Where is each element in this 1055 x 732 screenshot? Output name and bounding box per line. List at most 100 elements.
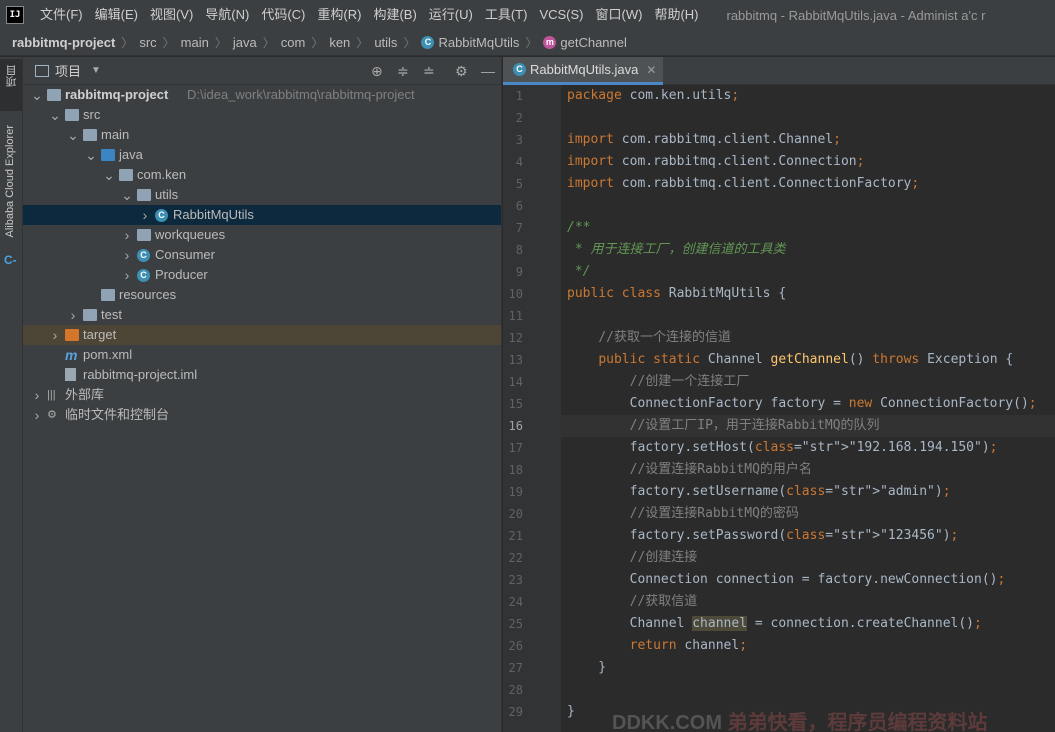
code-line[interactable]: //创建连接 [561, 547, 1055, 569]
code-line[interactable] [561, 195, 1055, 217]
breadcrumb-src[interactable]: src [139, 35, 156, 50]
code-line[interactable] [561, 107, 1055, 129]
breadcrumb-class[interactable]: C RabbitMqUtils [421, 35, 519, 50]
code-line[interactable]: ConnectionFactory factory = new Connecti… [561, 393, 1055, 415]
breadcrumb-ken[interactable]: ken [329, 35, 350, 50]
menu-help[interactable]: 帮助(H) [648, 0, 704, 30]
menu-navigate[interactable]: 导航(N) [199, 0, 255, 30]
chevron-right-icon: 〉 [525, 36, 538, 50]
menu-file[interactable]: 文件(F) [34, 0, 89, 30]
chevron-down-icon[interactable]: ⌄ [85, 145, 97, 165]
code-line[interactable]: //设置连接RabbitMQ的用户名 [561, 459, 1055, 481]
code-line[interactable]: Channel channel = connection.createChann… [561, 613, 1055, 635]
gear-icon[interactable]: ⚙ [455, 63, 468, 79]
tree-item[interactable]: › C Producer [23, 265, 501, 285]
code-line[interactable]: //创建一个连接工厂 [561, 371, 1055, 393]
code-area[interactable]: package com.ken.utils; import com.rabbitm… [561, 85, 1055, 732]
code-line[interactable]: factory.setUsername(class="str">"admin")… [561, 481, 1055, 503]
tree-item[interactable]: › ⚙ 临时文件和控制台 [23, 405, 501, 425]
intellij-logo-icon[interactable]: IJ [6, 6, 24, 24]
line-number: 19 [508, 485, 523, 499]
tree-item[interactable]: › test [23, 305, 501, 325]
alibaba-cloud-explorer-button[interactable]: Alibaba Cloud Explorer [4, 125, 16, 238]
code-line[interactable]: } [561, 657, 1055, 679]
breadcrumb-java[interactable]: java [233, 35, 257, 50]
chevron-right-icon[interactable]: › [31, 385, 43, 405]
tree-item[interactable]: ⌄ utils [23, 185, 501, 205]
breadcrumb-method[interactable]: m getChannel [543, 35, 627, 50]
close-icon[interactable]: ✕ [646, 63, 656, 77]
chevron-down-icon[interactable]: ⌄ [49, 105, 61, 125]
code-line[interactable]: //获取一个连接的信道 [561, 327, 1055, 349]
locate-icon[interactable]: ⊕ [371, 63, 383, 79]
code-line[interactable]: factory.setPassword(class="str">"123456"… [561, 525, 1055, 547]
tree-item[interactable]: ⌄ com.ken [23, 165, 501, 185]
menu-vcs[interactable]: VCS(S) [533, 0, 589, 30]
code-line[interactable]: //设置连接RabbitMQ的密码 [561, 503, 1055, 525]
menu-run[interactable]: 运行(U) [423, 0, 479, 30]
code-line[interactable]: public class RabbitMqUtils { [561, 283, 1055, 305]
tree-item[interactable]: ⌄ rabbitmq-project D:\idea_work\rabbitmq\r… [23, 85, 501, 105]
tree-item[interactable]: rabbitmq-project.iml [23, 365, 501, 385]
tree-item[interactable]: m pom.xml [23, 345, 501, 365]
tree-item[interactable]: › ||| 外部库 [23, 385, 501, 405]
project-panel-title[interactable]: 项目 [55, 61, 81, 80]
chevron-right-icon[interactable]: › [121, 245, 133, 265]
code-line[interactable]: * 用于连接工厂，创建信道的工具类 [561, 239, 1055, 261]
tree-item[interactable]: › C Consumer [23, 245, 501, 265]
code-line[interactable]: //设置工厂IP，用于连接RabbitMQ的队列 [561, 415, 1055, 437]
code-line[interactable]: import com.rabbitmq.client.Connection; [561, 151, 1055, 173]
minimize-icon[interactable]: — [481, 63, 495, 79]
menu-window[interactable]: 窗口(W) [590, 0, 649, 30]
chevron-right-icon[interactable]: › [121, 225, 133, 245]
code-line[interactable]: Connection connection = factory.newConne… [561, 569, 1055, 591]
chevron-down-icon[interactable]: ⌄ [31, 85, 43, 105]
line-number: 3 [515, 133, 523, 147]
code-line[interactable]: package com.ken.utils; [561, 85, 1055, 107]
breadcrumb-utils[interactable]: utils [374, 35, 397, 50]
menu-code[interactable]: 代码(C) [255, 0, 311, 30]
chevron-down-icon[interactable]: ⌄ [121, 185, 133, 205]
tree-item[interactable]: ⌄ main [23, 125, 501, 145]
chevron-down-icon[interactable]: ▼ [91, 65, 101, 76]
code-line[interactable]: public static Channel getChannel() throw… [561, 349, 1055, 371]
code-line[interactable] [561, 305, 1055, 327]
code-line[interactable] [561, 679, 1055, 701]
line-number: 12 [508, 331, 523, 345]
alibaba-cloud-icon[interactable]: C- [4, 253, 17, 267]
tab-rabbitmqutils[interactable]: C RabbitMqUtils.java ✕ [503, 57, 663, 85]
code-line[interactable]: /** [561, 217, 1055, 239]
expand-all-icon[interactable]: ≑ [397, 63, 409, 79]
chevron-right-icon[interactable]: › [67, 305, 79, 325]
menu-view[interactable]: 视图(V) [144, 0, 199, 30]
chevron-right-icon[interactable]: › [121, 265, 133, 285]
menu-bar: IJ 文件(F) 编辑(E) 视图(V) 导航(N) 代码(C) 重构(R) 构… [0, 0, 1055, 30]
collapse-all-icon[interactable]: ≐ [423, 63, 435, 79]
menu-edit[interactable]: 编辑(E) [89, 0, 144, 30]
tree-item[interactable]: resources [23, 285, 501, 305]
chevron-right-icon[interactable]: › [31, 405, 43, 425]
tree-item[interactable]: › target [23, 325, 501, 345]
code-line[interactable]: //获取信道 [561, 591, 1055, 613]
breadcrumb-main[interactable]: main [181, 35, 209, 50]
tree-item[interactable]: › C RabbitMqUtils [23, 205, 501, 225]
code-line[interactable]: return channel; [561, 635, 1055, 657]
chevron-down-icon[interactable]: ⌄ [67, 125, 79, 145]
breadcrumb-com[interactable]: com [281, 35, 306, 50]
menu-build[interactable]: 构建(B) [367, 0, 422, 30]
chevron-down-icon[interactable]: ⌄ [103, 165, 115, 185]
menu-tools[interactable]: 工具(T) [479, 0, 534, 30]
maven-icon: m [65, 347, 78, 363]
menu-refactor[interactable]: 重构(R) [311, 0, 367, 30]
chevron-right-icon[interactable]: › [49, 325, 61, 345]
chevron-right-icon[interactable]: › [139, 205, 151, 225]
tree-item[interactable]: › workqueues [23, 225, 501, 245]
tree-item[interactable]: ⌄ java [23, 145, 501, 165]
code-line[interactable]: import com.rabbitmq.client.Channel; [561, 129, 1055, 151]
code-line[interactable]: factory.setHost(class="str">"192.168.194… [561, 437, 1055, 459]
breadcrumb-project[interactable]: rabbitmq-project [12, 35, 115, 50]
code-line[interactable]: import com.rabbitmq.client.ConnectionFac… [561, 173, 1055, 195]
code-line[interactable]: */ [561, 261, 1055, 283]
project-tool-button[interactable]: 项目 [0, 59, 22, 111]
tree-item[interactable]: ⌄ src [23, 105, 501, 125]
